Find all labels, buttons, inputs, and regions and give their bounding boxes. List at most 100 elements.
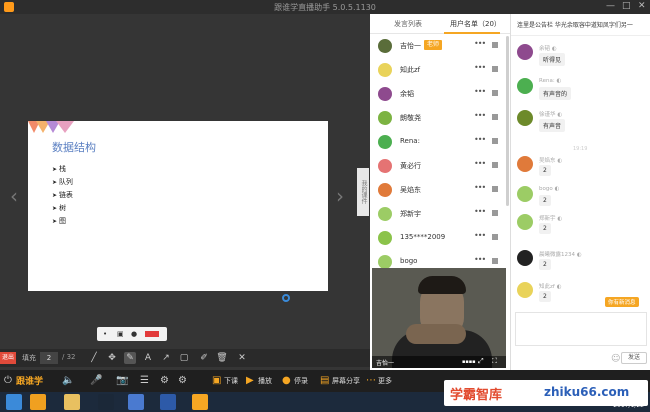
taskbar-app-icon[interactable] bbox=[192, 394, 208, 410]
gear-icon[interactable]: ⚙ bbox=[178, 375, 187, 386]
delete-icon[interactable]: 🗑 bbox=[216, 352, 228, 364]
grid-icon[interactable] bbox=[492, 258, 498, 264]
avatar bbox=[517, 110, 533, 126]
more-icon[interactable]: ••• bbox=[474, 255, 486, 264]
action-label[interactable]: 下课 bbox=[224, 376, 238, 386]
grid-icon[interactable] bbox=[492, 162, 498, 168]
slide-bullet: 图 bbox=[52, 215, 73, 228]
action-label[interactable]: 屏幕分享 bbox=[332, 376, 360, 386]
previous-slide-icon[interactable]: ‹ bbox=[10, 184, 18, 208]
avatar bbox=[517, 44, 533, 60]
tab-speaker-list[interactable]: 发言列表 bbox=[394, 19, 422, 29]
more-icon[interactable]: ••• bbox=[474, 207, 486, 216]
pen-tool-icon[interactable]: ✎ bbox=[124, 352, 136, 364]
pen-color-swatch[interactable] bbox=[145, 331, 159, 337]
avatar bbox=[378, 87, 392, 101]
fullscreen-icon[interactable]: ⛶ bbox=[492, 357, 497, 366]
grid-icon[interactable] bbox=[492, 138, 498, 144]
user-row[interactable]: 知此zf ••• bbox=[370, 60, 510, 82]
network-icon[interactable]: ⚙ bbox=[160, 375, 169, 386]
user-row[interactable]: 黄必行 ••• bbox=[370, 156, 510, 178]
more-icon[interactable]: ••• bbox=[474, 39, 486, 48]
chat-input[interactable] bbox=[515, 312, 647, 346]
video-person-hair bbox=[418, 276, 466, 294]
grid-icon[interactable] bbox=[492, 210, 498, 216]
next-slide-icon[interactable]: › bbox=[336, 184, 344, 208]
popout-icon[interactable]: ⤢ bbox=[478, 357, 484, 366]
action-icon[interactable]: ▤ bbox=[320, 375, 329, 386]
exit-badge[interactable]: 退出 bbox=[0, 352, 16, 364]
grid-icon[interactable] bbox=[492, 42, 498, 48]
rectangle-tool-icon[interactable]: ▢ bbox=[178, 352, 190, 364]
chat-panel: 连里是公告栏 华光余取容中道知凤字们另一 余韬 ◐ 听得见 Rena: ◐ 有声音的徐… bbox=[510, 14, 650, 370]
move-tool-icon[interactable]: ✥ bbox=[106, 352, 118, 364]
line-tool-icon[interactable]: ╱ bbox=[88, 352, 100, 364]
message-bubble: 有声音 bbox=[539, 119, 566, 132]
action-icon[interactable]: ▶ bbox=[246, 375, 254, 386]
arrow-tool-icon[interactable]: ↗ bbox=[160, 352, 172, 364]
user-row[interactable]: 余韬 ••• bbox=[370, 84, 510, 106]
thick-line-icon[interactable]: ● bbox=[131, 330, 137, 338]
user-row[interactable]: 吴焰东 ••• bbox=[370, 180, 510, 202]
message-sender: bogo ◐ bbox=[539, 186, 560, 192]
teacher-video: 吉怡一 ▪▪▪▪ ⤢ ⛶ bbox=[372, 268, 506, 368]
speaker-icon[interactable]: 🔈 bbox=[62, 375, 74, 386]
more-icon[interactable]: ••• bbox=[474, 111, 486, 120]
clear-icon[interactable]: ✕ bbox=[236, 352, 248, 364]
taskbar-app-icon[interactable] bbox=[160, 394, 176, 410]
taskbar-app-icon[interactable] bbox=[128, 394, 144, 410]
role-badge: 老师 bbox=[424, 40, 443, 50]
send-button[interactable]: 发送 bbox=[621, 352, 647, 364]
action-label[interactable]: 更多 bbox=[378, 376, 392, 386]
more-icon[interactable]: ••• bbox=[474, 231, 486, 240]
power-icon[interactable]: ⏻ bbox=[4, 375, 12, 386]
microphone-icon[interactable]: 🎤 bbox=[90, 375, 102, 386]
grid-icon[interactable] bbox=[492, 186, 498, 192]
start-icon[interactable] bbox=[6, 394, 22, 410]
message-bubble: 2 bbox=[539, 165, 551, 176]
grid-icon[interactable] bbox=[492, 66, 498, 72]
grid-icon[interactable] bbox=[492, 114, 498, 120]
drawing-toolbar: 退出 填充 2 / 32 ╱ ✥ ✎ A ↗ ▢ ✐ 🗑 ✕ bbox=[0, 349, 370, 367]
action-icon[interactable]: ⋯ bbox=[366, 375, 376, 386]
user-row[interactable]: 朗敬尧 ••• bbox=[370, 108, 510, 130]
user-row[interactable]: Rena: ••• bbox=[370, 132, 510, 154]
camera-icon[interactable]: 📷 bbox=[116, 375, 128, 386]
user-row[interactable]: 郑新宇 ••• bbox=[370, 204, 510, 226]
more-icon[interactable]: ••• bbox=[474, 87, 486, 96]
more-icon[interactable]: ••• bbox=[474, 63, 486, 72]
taskbar-folder-icon[interactable] bbox=[64, 394, 80, 410]
user-row[interactable]: 135****2009 ••• bbox=[370, 228, 510, 250]
user-name: 吉怡一 bbox=[400, 42, 421, 50]
taskbar-app-icon[interactable] bbox=[30, 394, 46, 410]
text-tool-icon[interactable]: A bbox=[142, 352, 154, 364]
minimize-button[interactable]: — bbox=[606, 1, 615, 11]
eraser-tool-icon[interactable]: ✐ bbox=[198, 352, 210, 364]
user-row[interactable]: 吉怡一 老师 ••• bbox=[370, 36, 510, 58]
page-label: 填充 bbox=[22, 354, 36, 362]
emoji-icon[interactable]: ☺ bbox=[611, 354, 620, 364]
close-button[interactable]: ✕ bbox=[638, 1, 646, 11]
user-name: bogo bbox=[400, 257, 418, 265]
more-icon[interactable]: ••• bbox=[474, 159, 486, 168]
action-icon[interactable]: ▣ bbox=[212, 375, 221, 386]
thin-line-icon[interactable]: • bbox=[103, 330, 107, 338]
action-label[interactable]: 播放 bbox=[258, 376, 272, 386]
pen-style-picker[interactable]: • ▣ ● bbox=[97, 327, 167, 341]
page-number-input[interactable]: 2 bbox=[40, 352, 58, 364]
user-list-scrollbar[interactable] bbox=[506, 36, 509, 206]
more-icon[interactable]: ••• bbox=[474, 183, 486, 192]
taskbar-steam-icon[interactable] bbox=[98, 394, 114, 410]
settings-sliders-icon[interactable]: ☰ bbox=[140, 375, 149, 386]
action-icon[interactable]: ● bbox=[282, 375, 291, 386]
medium-line-icon[interactable]: ▣ bbox=[117, 330, 124, 338]
new-message-badge[interactable]: 你有新消息 bbox=[605, 297, 639, 307]
maximize-button[interactable]: □ bbox=[622, 1, 631, 11]
action-label[interactable]: 停录 bbox=[294, 376, 308, 386]
courseware-tab[interactable]: 我的课件 bbox=[357, 168, 369, 216]
grid-icon[interactable] bbox=[492, 234, 498, 240]
tab-user-list[interactable]: 用户名单（20） bbox=[450, 19, 501, 29]
more-icon[interactable]: ••• bbox=[474, 135, 486, 144]
grid-icon[interactable] bbox=[492, 90, 498, 96]
avatar bbox=[517, 186, 533, 202]
